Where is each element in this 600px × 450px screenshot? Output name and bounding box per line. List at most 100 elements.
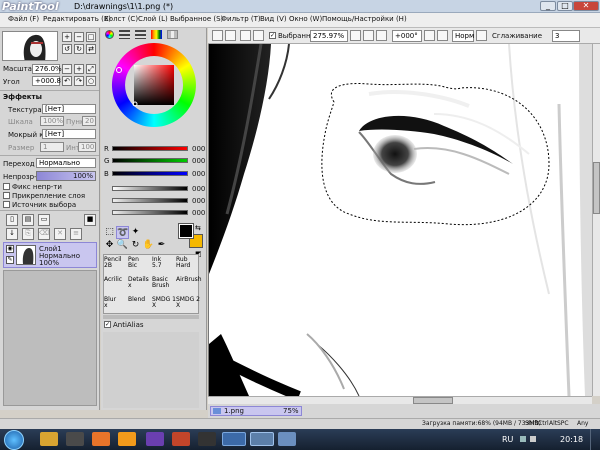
taskbar-chrome-icon[interactable] bbox=[222, 432, 246, 446]
toolbar-mode-field[interactable]: Норм bbox=[452, 30, 474, 42]
smoothing-select[interactable]: 3 bbox=[552, 30, 580, 42]
brush-basic[interactable]: Basic Brush bbox=[152, 277, 176, 297]
taskbar-app-2-icon[interactable] bbox=[66, 432, 84, 446]
g-value[interactable]: 000 bbox=[192, 157, 205, 165]
taskbar-app-6-icon[interactable] bbox=[172, 432, 190, 446]
tray-icon-1[interactable] bbox=[520, 436, 526, 442]
zoom-icon[interactable]: 🔍 bbox=[116, 239, 129, 252]
opacity-slider[interactable]: 100% bbox=[36, 171, 96, 181]
angle-reset-icon[interactable]: ○ bbox=[86, 76, 96, 86]
zoom-fit-icon[interactable]: ⤢ bbox=[86, 64, 96, 74]
copy-layer-icon[interactable]: ⎘ bbox=[22, 228, 34, 240]
navigator-preview[interactable] bbox=[2, 31, 58, 61]
toolbar-zoom-reset-icon[interactable] bbox=[376, 30, 387, 41]
swap-colors-icon[interactable]: ⇆ bbox=[195, 224, 201, 232]
angle-left-icon[interactable]: ↶ bbox=[62, 76, 72, 86]
lasso-icon[interactable]: ➰ bbox=[116, 226, 129, 239]
rect-select-icon[interactable]: ⬚ bbox=[103, 226, 116, 239]
new-layer-icon[interactable]: ▯ bbox=[6, 214, 18, 226]
zoom-plus-icon[interactable]: + bbox=[74, 64, 84, 74]
layer-props-icon[interactable]: ≡ bbox=[70, 228, 82, 240]
zoom-out-icon[interactable]: − bbox=[74, 32, 84, 42]
taskbar-app-4-icon[interactable] bbox=[118, 432, 136, 446]
flip-icon[interactable]: ⇄ bbox=[86, 44, 96, 54]
rotate-icon[interactable]: ↻ bbox=[129, 239, 142, 252]
deselect-icon[interactable] bbox=[240, 30, 251, 41]
r-slider[interactable] bbox=[112, 146, 188, 151]
zoom-reset-icon[interactable]: □ bbox=[86, 32, 96, 42]
hsv-toggle-icon[interactable] bbox=[135, 30, 146, 39]
g-slider[interactable] bbox=[112, 158, 188, 163]
brush-blend[interactable]: Blend bbox=[128, 297, 152, 317]
tray-icon-2[interactable] bbox=[530, 436, 536, 442]
vertical-scroll-thumb[interactable] bbox=[593, 162, 600, 214]
layer-mask-icon[interactable]: ■ bbox=[84, 214, 96, 226]
menu-help[interactable]: Помощь/Настройки (H) bbox=[322, 15, 407, 23]
brush-pencil[interactable]: Pencil 2B bbox=[104, 257, 128, 277]
taskbar-app-7-icon[interactable] bbox=[198, 432, 216, 446]
brush-airbrush[interactable]: AirBrush bbox=[176, 277, 202, 297]
brush-blur[interactable]: Blur x bbox=[104, 297, 128, 317]
wet-edge-select[interactable]: [Нет] bbox=[42, 129, 96, 139]
sat-value[interactable]: 000 bbox=[192, 197, 205, 205]
angle-right-icon[interactable]: ↷ bbox=[74, 76, 84, 86]
rotate-left-icon[interactable]: ↺ bbox=[62, 44, 72, 54]
taskbar-sai-icon[interactable] bbox=[250, 432, 274, 446]
language-indicator[interactable]: RU bbox=[502, 435, 513, 444]
drawing-canvas[interactable] bbox=[208, 44, 592, 396]
brush-pen[interactable]: Pen Bic bbox=[128, 257, 152, 277]
horizontal-scrollbar[interactable] bbox=[208, 396, 592, 404]
antialias-checkbox[interactable]: ✓ bbox=[104, 321, 111, 328]
brush-lock-icon[interactable]: ✎ bbox=[6, 256, 14, 264]
brush-acrylic[interactable]: Acrilic bbox=[104, 277, 128, 297]
clip-group-checkbox[interactable] bbox=[3, 192, 10, 199]
palette-resize-handle[interactable] bbox=[103, 315, 199, 319]
zoom-in-icon[interactable]: + bbox=[62, 32, 72, 42]
zoom-field[interactable]: 276.0% bbox=[32, 64, 62, 74]
delete-layer-icon[interactable]: ✕ bbox=[54, 228, 66, 240]
clock[interactable]: 20:18 bbox=[560, 435, 583, 444]
hue-value[interactable]: 000 bbox=[192, 185, 205, 193]
flip-horizontal-icon[interactable] bbox=[476, 30, 487, 41]
toolbar-zoom-in-icon[interactable] bbox=[363, 30, 374, 41]
swatches-toggle-icon[interactable] bbox=[151, 30, 162, 39]
brush-smdg2[interactable]: SMDG 2X bbox=[176, 297, 200, 317]
vertical-scrollbar[interactable] bbox=[592, 44, 600, 396]
menu-window[interactable]: Окно (W) bbox=[289, 15, 322, 23]
undo-icon[interactable] bbox=[212, 30, 223, 41]
toolbar-angle-field[interactable]: +000° bbox=[392, 30, 422, 42]
menu-selection[interactable]: Выбранное (S) bbox=[170, 15, 223, 23]
foreground-color[interactable] bbox=[178, 223, 194, 239]
merge-down-icon[interactable]: ↓ bbox=[6, 228, 18, 240]
taskbar-app-5-icon[interactable] bbox=[146, 432, 164, 446]
redo-icon[interactable] bbox=[225, 30, 236, 41]
toolbar-rotate-left-icon[interactable] bbox=[424, 30, 435, 41]
eyedropper-icon[interactable]: ✒ bbox=[155, 239, 168, 252]
close-button[interactable]: ✕ bbox=[573, 1, 599, 11]
folder-icon[interactable]: ▭ bbox=[38, 214, 50, 226]
layer-row[interactable]: ◉ ✎ Слой1 Нормально 100% bbox=[3, 242, 97, 268]
invert-selection-icon[interactable] bbox=[253, 30, 264, 41]
eye-icon[interactable]: ◉ bbox=[6, 245, 14, 253]
magic-wand-icon[interactable]: ✦ bbox=[129, 226, 142, 239]
maximize-button[interactable]: □ bbox=[557, 1, 573, 11]
move-icon[interactable]: ✥ bbox=[103, 239, 116, 252]
brush-details[interactable]: Details x bbox=[128, 277, 152, 297]
rotate-right-icon[interactable]: ↻ bbox=[74, 44, 84, 54]
rgb-toggle-icon[interactable] bbox=[119, 30, 130, 39]
menu-canvas[interactable]: Холст (C) bbox=[104, 15, 138, 23]
val-value[interactable]: 000 bbox=[192, 209, 205, 217]
brush-ink[interactable]: Ink 5.7 bbox=[152, 257, 176, 277]
taskbar-app-3-icon[interactable] bbox=[92, 432, 110, 446]
menu-file[interactable]: Файл (F) bbox=[8, 15, 39, 23]
selection-source-checkbox[interactable] bbox=[3, 201, 10, 208]
scratchpad-toggle-icon[interactable] bbox=[167, 30, 178, 39]
brush-eraser[interactable]: Rub Hard bbox=[176, 257, 200, 277]
menu-edit[interactable]: Редактировать (E) bbox=[43, 15, 111, 23]
r-value[interactable]: 000 bbox=[192, 145, 205, 153]
menu-layer[interactable]: Слой (L) bbox=[138, 15, 168, 23]
show-desktop-button[interactable] bbox=[590, 429, 600, 450]
blend-mode-select[interactable]: Нормально bbox=[36, 158, 96, 168]
color-wheel-toggle-icon[interactable] bbox=[105, 30, 114, 39]
hand-icon[interactable]: ✋ bbox=[142, 239, 155, 252]
